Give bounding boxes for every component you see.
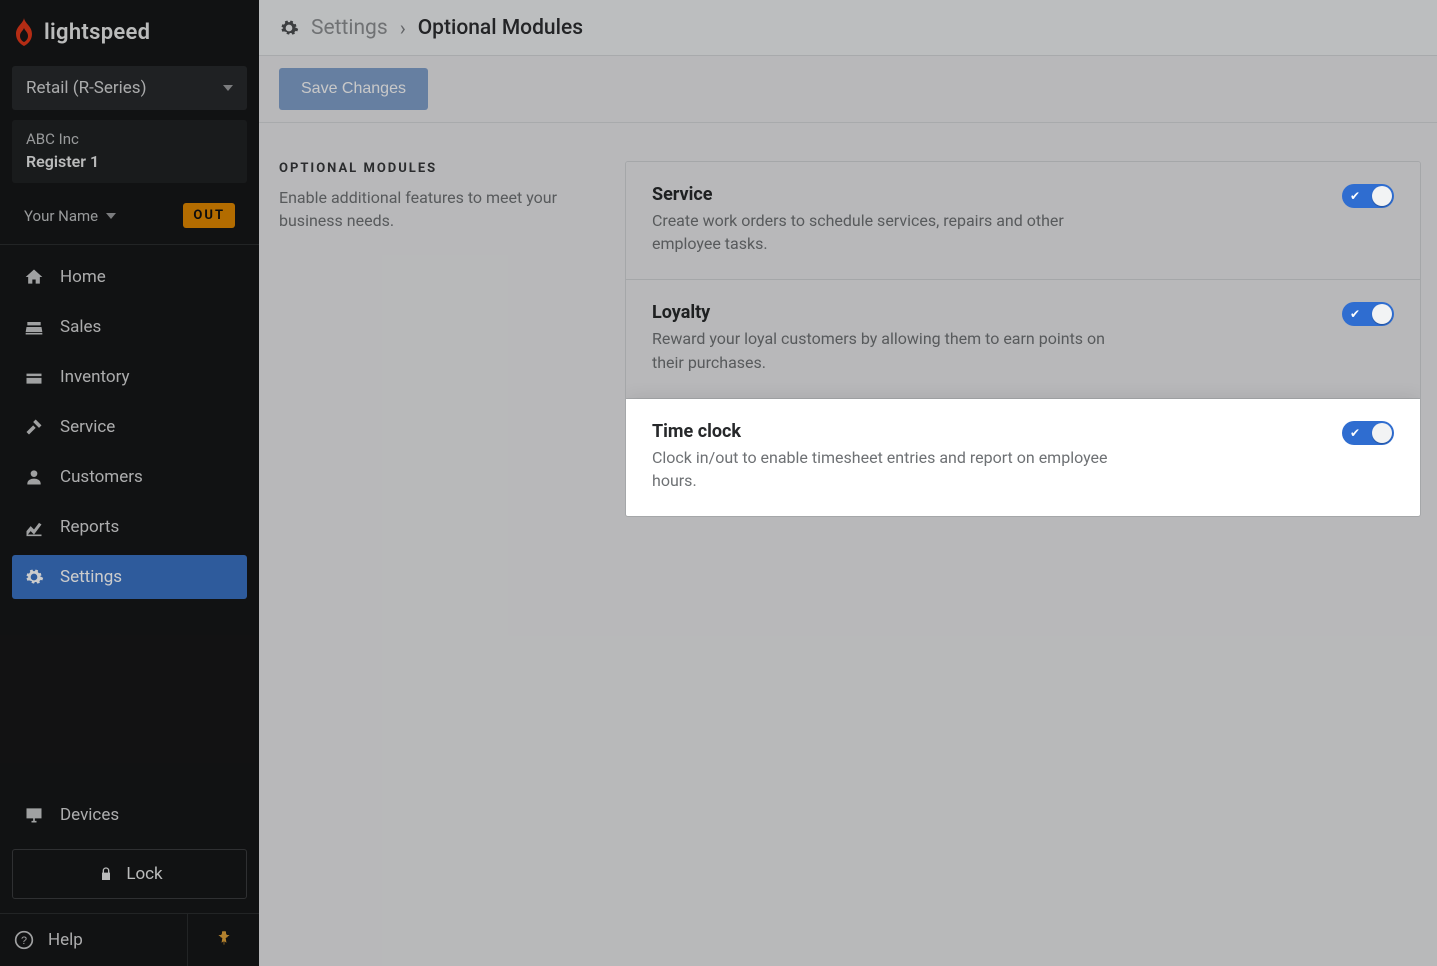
module-desc: Clock in/out to enable timesheet entries…: [652, 446, 1122, 492]
module-desc: Reward your loyal customers by allowing …: [652, 327, 1122, 373]
home-icon: [24, 267, 44, 287]
savebar: Save Changes: [259, 56, 1437, 123]
section-desc: Enable additional features to meet your …: [279, 186, 605, 232]
flame-icon: [12, 18, 36, 46]
section-header: OPTIONAL MODULES Enable additional featu…: [279, 161, 605, 232]
lock-icon: [96, 864, 116, 884]
hammer-icon: [24, 417, 44, 437]
sidebar-item-label: Inventory: [60, 367, 130, 387]
sidebar-footer: ? Help: [0, 913, 259, 966]
nav: Home Sales Inventory Service Customers R…: [0, 245, 259, 793]
module-text: Service Create work orders to schedule s…: [652, 184, 1122, 255]
sidebar-item-label: Service: [60, 417, 115, 437]
register-icon: [24, 317, 44, 337]
toggle-knob: [1372, 423, 1392, 443]
content: OPTIONAL MODULES Enable additional featu…: [259, 123, 1437, 517]
breadcrumb-current: Optional Modules: [418, 16, 583, 40]
module-toggle-loyalty[interactable]: ✔: [1342, 302, 1394, 326]
toggle-knob: [1372, 186, 1392, 206]
sidebar-item-label: Devices: [60, 805, 119, 825]
chart-icon: [24, 517, 44, 537]
check-icon: ✔: [1350, 190, 1360, 202]
lock-button[interactable]: Lock: [12, 849, 247, 899]
user-name-label: Your Name: [24, 207, 98, 225]
module-card-service: Service Create work orders to schedule s…: [626, 162, 1420, 280]
module-title: Loyalty: [652, 302, 1122, 323]
clock-out-badge[interactable]: OUT: [183, 203, 235, 228]
help-label: Help: [48, 930, 83, 950]
toggle-knob: [1372, 304, 1392, 324]
sidebar-item-label: Home: [60, 267, 106, 287]
help-button[interactable]: ? Help: [0, 914, 187, 966]
sidebar-item-home[interactable]: Home: [12, 255, 247, 299]
sidebar: lightspeed Retail (R-Series) ABC Inc Reg…: [0, 0, 259, 966]
user-row[interactable]: Your Name OUT: [0, 193, 259, 244]
register-name: Register 1: [26, 152, 233, 171]
sidebar-item-label: Sales: [60, 317, 101, 337]
company-name: ABC Inc: [26, 130, 233, 148]
main: Settings › Optional Modules Save Changes…: [259, 0, 1437, 966]
sidebar-item-sales[interactable]: Sales: [12, 305, 247, 349]
topbar: Settings › Optional Modules: [259, 0, 1437, 56]
sidebar-item-label: Customers: [60, 467, 143, 487]
help-icon: ?: [14, 930, 34, 950]
check-icon: ✔: [1350, 427, 1360, 439]
chevron-right-icon: ›: [400, 16, 406, 40]
module-list: Service Create work orders to schedule s…: [625, 161, 1421, 517]
module-card-timeclock: Time clock Clock in/out to enable timesh…: [626, 399, 1420, 516]
gear-icon: [279, 18, 299, 38]
product-selector-label: Retail (R-Series): [26, 78, 147, 98]
breadcrumb-parent[interactable]: Settings: [311, 16, 388, 40]
monitor-icon: [24, 805, 44, 825]
module-toggle-timeclock[interactable]: ✔: [1342, 421, 1394, 445]
sidebar-item-inventory[interactable]: Inventory: [12, 355, 247, 399]
product-selector[interactable]: Retail (R-Series): [12, 66, 247, 110]
gear-icon: [24, 567, 44, 587]
sidebar-item-reports[interactable]: Reports: [12, 505, 247, 549]
module-title: Service: [652, 184, 1122, 205]
module-text: Loyalty Reward your loyal customers by a…: [652, 302, 1122, 373]
logo[interactable]: lightspeed: [0, 0, 259, 60]
user-name: Your Name: [24, 207, 116, 225]
sidebar-item-settings[interactable]: Settings: [12, 555, 247, 599]
sidebar-item-service[interactable]: Service: [12, 405, 247, 449]
sidebar-item-label: Reports: [60, 517, 119, 537]
chevron-down-icon: [106, 213, 116, 219]
logo-text: lightspeed: [44, 20, 150, 45]
module-desc: Create work orders to schedule services,…: [652, 209, 1122, 255]
save-button[interactable]: Save Changes: [279, 68, 428, 110]
sidebar-item-label: Settings: [60, 567, 122, 587]
user-icon: [24, 467, 44, 487]
pin-icon: [216, 929, 232, 952]
pin-button[interactable]: [187, 914, 259, 966]
section-title: OPTIONAL MODULES: [279, 161, 605, 176]
module-title: Time clock: [652, 421, 1122, 442]
module-toggle-service[interactable]: ✔: [1342, 184, 1394, 208]
sidebar-item-devices[interactable]: Devices: [12, 793, 247, 837]
sidebar-item-customers[interactable]: Customers: [12, 455, 247, 499]
sidebar-bottom: Devices Lock: [0, 793, 259, 913]
lock-label: Lock: [126, 864, 162, 884]
module-card-loyalty: Loyalty Reward your loyal customers by a…: [626, 280, 1420, 398]
chevron-down-icon: [223, 85, 233, 91]
module-text: Time clock Clock in/out to enable timesh…: [652, 421, 1122, 492]
boxes-icon: [24, 367, 44, 387]
svg-text:?: ?: [21, 935, 27, 947]
company-box[interactable]: ABC Inc Register 1: [12, 120, 247, 183]
check-icon: ✔: [1350, 308, 1360, 320]
